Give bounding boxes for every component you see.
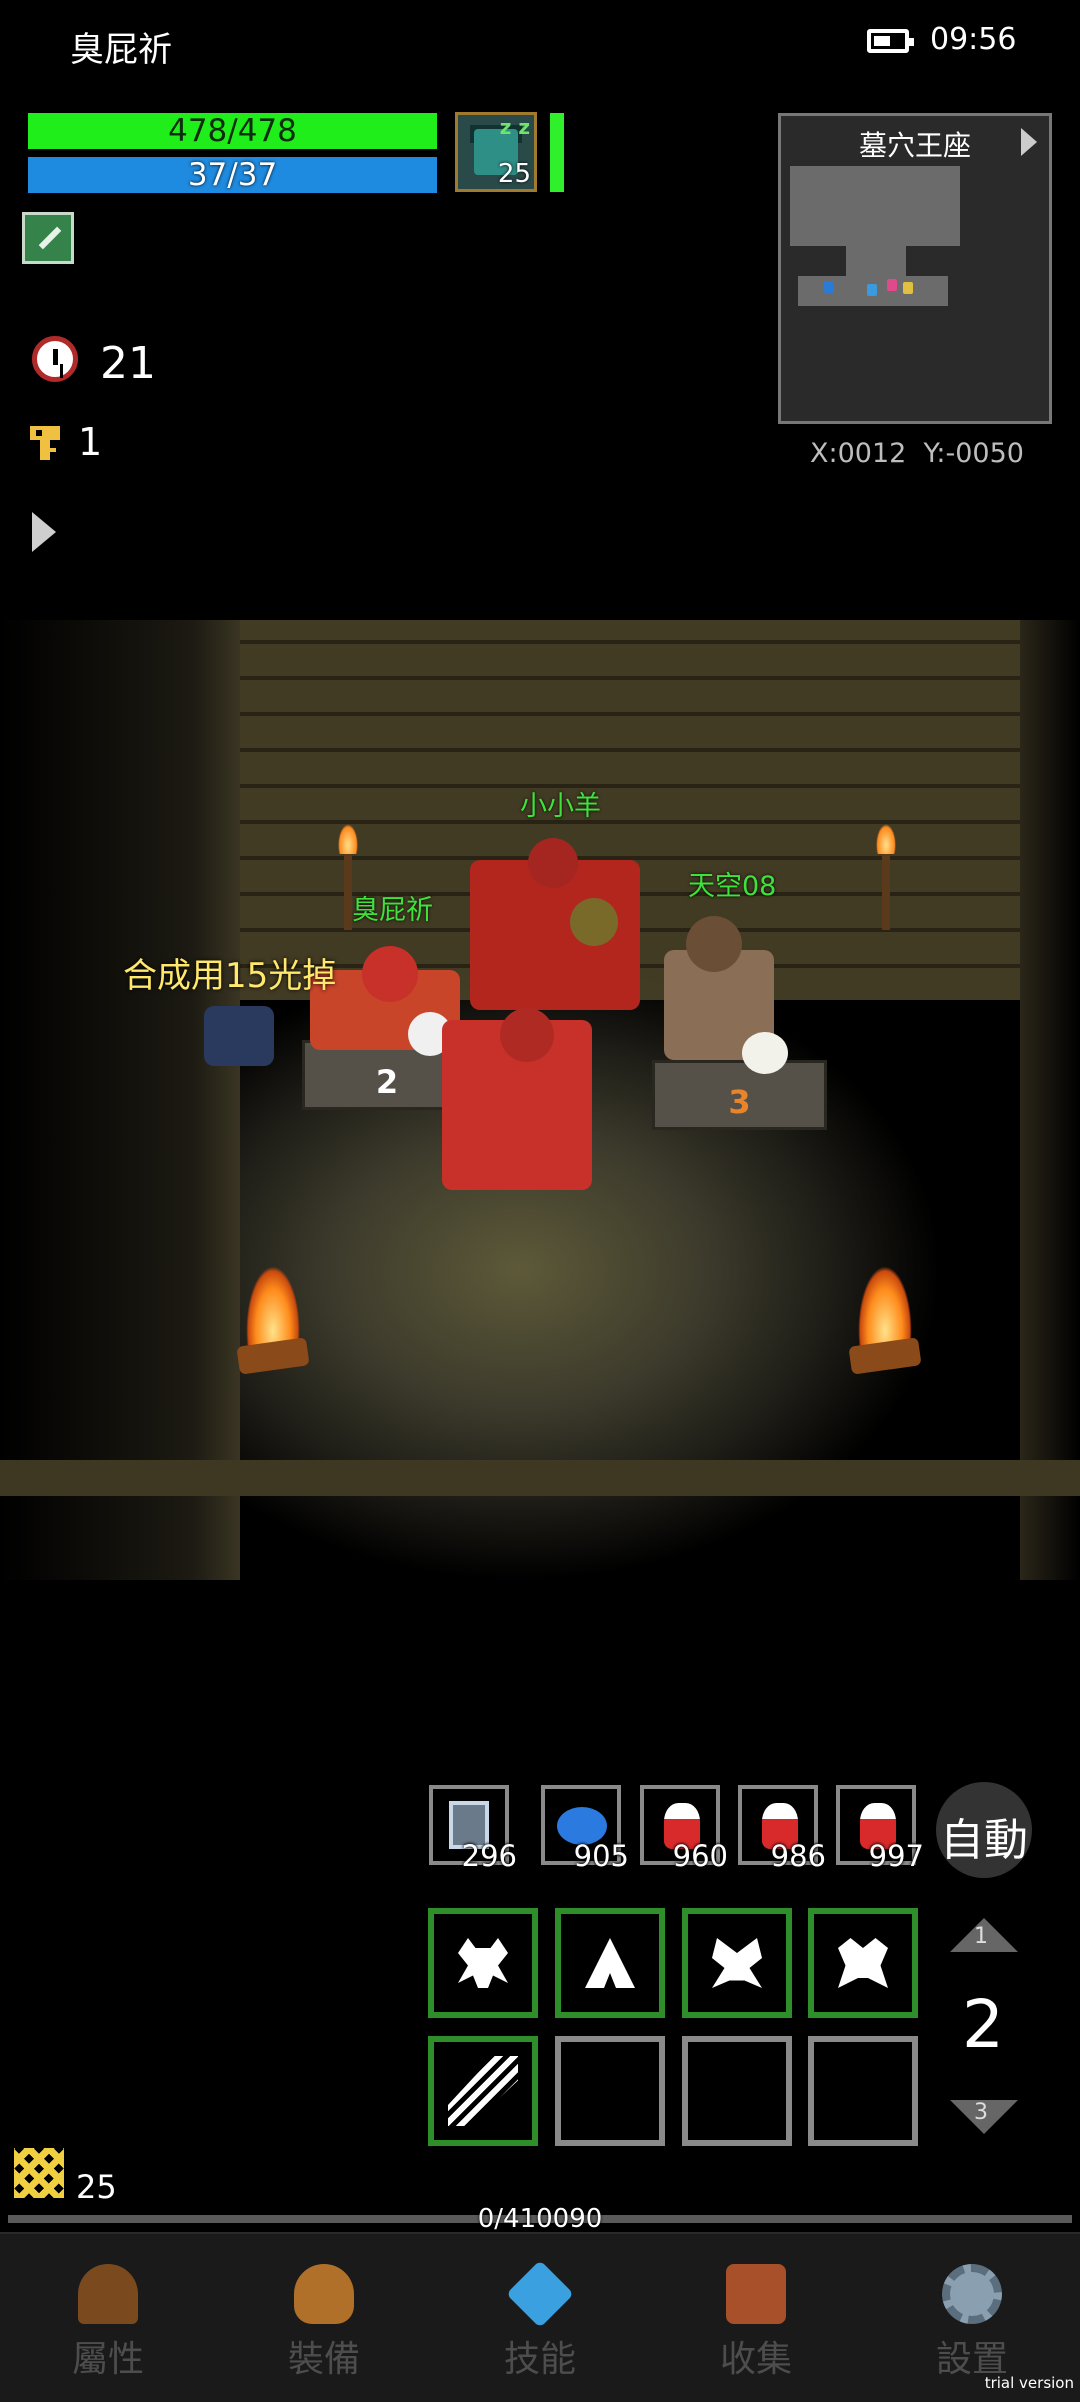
book-icon	[726, 2264, 786, 2324]
chat-message: 合成用15光掉	[123, 956, 337, 996]
minimap[interactable]: 墓穴王座	[778, 113, 1052, 424]
skill-slot-1[interactable]	[428, 1908, 538, 2018]
watermark: trial version	[984, 2374, 1074, 2392]
exp-value: 0/410090	[477, 2204, 603, 2234]
torch	[882, 850, 890, 930]
demon-skill-icon	[712, 1938, 762, 1988]
map-marker	[867, 284, 877, 296]
skill-page-up-number: 1	[974, 1924, 988, 1949]
skill-page-down-number: 3	[974, 2100, 988, 2125]
game-scene[interactable]: 2 3 小小羊 天空08 臭屁祈 合成用15光掉	[0, 620, 1080, 1580]
minimap-title: 墓穴王座	[858, 129, 971, 162]
skill-slot-5[interactable]	[428, 2036, 538, 2146]
player-level: 25	[76, 2168, 117, 2206]
skill-slot-4[interactable]	[808, 1908, 918, 2018]
player-name-tag: 臭屁祈	[352, 895, 433, 926]
consumable-slot-1[interactable]: 296	[429, 1785, 517, 1873]
player-name-tag: 天空08	[688, 871, 777, 902]
mp-value: 37/37	[187, 157, 278, 193]
character-head	[362, 946, 418, 1002]
shield	[570, 898, 618, 946]
key-icon	[30, 426, 60, 460]
bottom-nav: 屬性 裝備 技能 收集 設置	[0, 2232, 1080, 2402]
nav-skills[interactable]: 技能	[432, 2234, 648, 2402]
expand-arrow-icon[interactable]	[32, 512, 56, 552]
portrait-level: 25	[497, 159, 531, 189]
auto-button[interactable]: 自動	[936, 1782, 1032, 1878]
skill-gem-icon	[506, 2260, 574, 2328]
skill-slot-3[interactable]	[682, 1908, 792, 2018]
map-coordinates: X:0012 Y:-0050	[810, 438, 1024, 469]
nav-collection[interactable]: 收集	[648, 2234, 864, 2402]
battery-icon	[867, 29, 914, 53]
nav-attributes[interactable]: 屬性	[0, 2234, 216, 2402]
campfire	[840, 1260, 930, 1375]
ghost-skill-icon	[585, 1938, 635, 1988]
clock-icon	[32, 336, 78, 382]
campfire	[228, 1260, 318, 1375]
player-name-tag: 小小羊	[520, 791, 601, 822]
penguin-pet	[204, 1006, 274, 1066]
character-head	[528, 838, 578, 888]
consumable-slot-3[interactable]: 960	[640, 1785, 728, 1873]
hp-bar: 478/478	[28, 113, 437, 149]
key-count: 1	[78, 420, 103, 464]
skill-page-current: 2	[962, 1986, 1004, 2063]
map-marker	[887, 279, 897, 291]
map-marker	[903, 282, 913, 294]
skill-slot-7[interactable]	[682, 2036, 792, 2146]
ghost-pet	[742, 1032, 788, 1074]
minimap-expand-icon[interactable]	[1021, 128, 1037, 156]
level-icon	[14, 2148, 64, 2198]
crab-skill-icon	[838, 1938, 888, 1988]
consumable-slot-5[interactable]: 997	[836, 1785, 924, 1873]
consumable-slot-2[interactable]: 905	[541, 1785, 629, 1873]
nav-equipment[interactable]: 裝備	[216, 2234, 432, 2402]
map-marker	[824, 281, 834, 293]
character-head	[686, 916, 742, 972]
character-head	[500, 1008, 554, 1062]
monster-skill-icon	[458, 1938, 508, 1988]
mp-bar: 37/37	[28, 157, 437, 193]
stamina-bar	[550, 113, 564, 192]
equipment-bag-icon	[294, 2264, 354, 2324]
podium-third: 3	[652, 1060, 827, 1130]
consumable-slot-4[interactable]: 986	[738, 1785, 826, 1873]
skill-slot-8[interactable]	[808, 2036, 918, 2146]
clock: 09:56	[930, 22, 1017, 57]
torch	[344, 850, 352, 930]
sword-skill-icon	[448, 2056, 518, 2126]
character-portrait[interactable]: z z 25	[455, 112, 537, 192]
helmet-icon	[78, 2264, 138, 2324]
hp-value: 478/478	[168, 113, 297, 149]
skill-slot-6[interactable]	[555, 2036, 665, 2146]
feather-buff-icon[interactable]	[22, 212, 74, 264]
player-name: 臭屁祈	[70, 30, 172, 70]
gear-icon	[942, 2264, 1002, 2324]
skill-slot-2[interactable]	[555, 1908, 665, 2018]
sleep-icon: z z	[499, 115, 530, 139]
timer-value: 21	[100, 338, 156, 389]
